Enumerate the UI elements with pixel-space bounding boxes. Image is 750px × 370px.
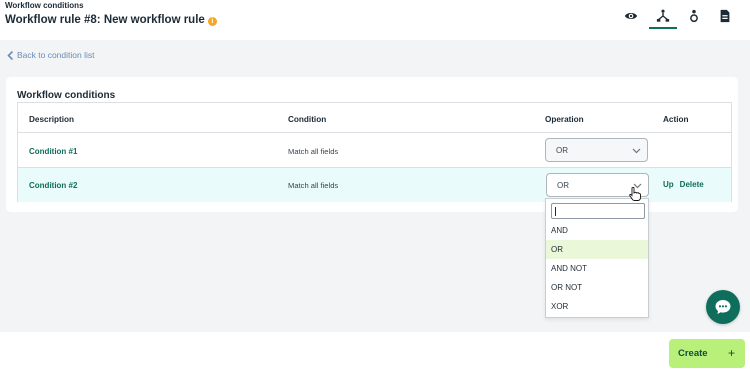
chat-icon bbox=[715, 300, 731, 314]
column-condition: Condition bbox=[288, 115, 327, 124]
page-title: Workflow rule #8: New workflow rule i bbox=[5, 14, 217, 26]
create-button-label: Create bbox=[678, 348, 708, 359]
operation-select[interactable]: OR bbox=[545, 138, 648, 162]
eye-icon[interactable] bbox=[620, 5, 642, 27]
chat-button[interactable] bbox=[706, 290, 740, 324]
column-description: Description bbox=[29, 115, 75, 124]
plus-icon: + bbox=[727, 346, 735, 360]
page-header: Workflow conditions Workflow rule #8: Ne… bbox=[0, 0, 750, 40]
option-and-not[interactable]: AND NOT bbox=[546, 259, 648, 278]
option-or-not[interactable]: OR NOT bbox=[546, 278, 648, 297]
table-header: Description Condition Operation Action bbox=[18, 103, 731, 133]
table-row[interactable]: Condition #2 Match all fields OR Up Delet… bbox=[18, 168, 731, 202]
condition-text: Match all fields bbox=[288, 147, 339, 156]
option-and[interactable]: AND bbox=[546, 221, 648, 240]
workflow-icon[interactable] bbox=[652, 5, 674, 27]
back-link-label: Back to condition list bbox=[17, 50, 95, 60]
move-up-link[interactable]: Up bbox=[663, 180, 674, 189]
operation-select-value: OR bbox=[556, 146, 568, 155]
chevron-down-icon bbox=[632, 148, 641, 154]
active-tab-indicator bbox=[649, 27, 677, 29]
dropdown-search-input[interactable] bbox=[551, 203, 645, 219]
option-xor[interactable]: XOR bbox=[546, 297, 648, 316]
breadcrumb: Workflow conditions bbox=[5, 1, 84, 10]
chevron-left-icon bbox=[7, 50, 14, 60]
row-actions: Up Delete bbox=[663, 180, 710, 189]
document-icon[interactable] bbox=[714, 5, 736, 27]
column-operation: Operation bbox=[545, 115, 584, 124]
table-row[interactable]: Condition #1 Match all fields OR bbox=[18, 133, 731, 168]
person-icon[interactable] bbox=[683, 5, 705, 27]
condition-name[interactable]: Condition #2 bbox=[29, 181, 77, 190]
back-link[interactable]: Back to condition list bbox=[7, 50, 94, 60]
condition-name[interactable]: Condition #1 bbox=[29, 147, 77, 156]
text-caret bbox=[555, 207, 556, 216]
column-action: Action bbox=[663, 115, 689, 124]
card-title: Workflow conditions bbox=[17, 90, 116, 101]
condition-text: Match all fields bbox=[288, 181, 339, 190]
info-icon[interactable]: i bbox=[207, 17, 217, 26]
option-or[interactable]: OR bbox=[546, 240, 648, 259]
page-title-text: Workflow rule #8: New workflow rule bbox=[5, 14, 205, 26]
delete-link[interactable]: Delete bbox=[680, 180, 704, 189]
operation-select-value: OR bbox=[557, 181, 569, 190]
hand-cursor-icon bbox=[629, 187, 641, 201]
create-button[interactable]: Create + bbox=[669, 339, 745, 368]
operation-dropdown[interactable]: AND OR AND NOT OR NOT XOR bbox=[545, 198, 649, 318]
conditions-table: Description Condition Operation Action C… bbox=[17, 102, 732, 202]
